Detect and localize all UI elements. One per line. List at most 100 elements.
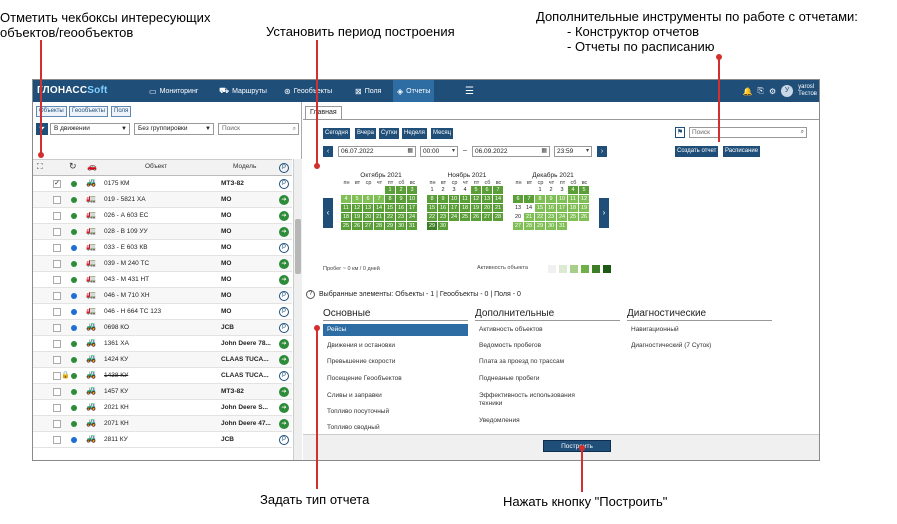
report-diagnostic-7days[interactable]: Диагностический (7 Суток) [631,342,711,350]
calendar-day[interactable]: 12 [471,195,481,203]
period-month-button[interactable]: Месяц [431,128,454,139]
calendar-day[interactable]: 22 [427,213,437,221]
row-checkbox[interactable]: ✓ [53,180,61,188]
calendar-day[interactable]: 8 [535,195,545,203]
row-checkbox[interactable] [53,324,61,332]
calendar-day[interactable]: 9 [546,195,556,203]
calendar-day[interactable]: 19 [579,204,589,212]
calendar-day[interactable]: 19 [352,213,362,221]
export-icon[interactable]: ⎘ [758,86,764,96]
calendar-day[interactable]: 17 [407,204,417,212]
parking-icon[interactable]: P [279,371,289,381]
calendar-day[interactable]: 7 [524,195,534,203]
table-row[interactable]: 🔒 🚜 1438 КУ CLAAS TUCA... P [33,368,292,384]
calendar-day[interactable]: 10 [407,195,417,203]
report-mileage-extra[interactable]: Поднеаные пробеги [479,375,539,383]
table-row[interactable]: 🚜 2021 КН John Deere S... ➔ [33,400,292,416]
nav-monitoring[interactable]: ▭ Мониторинг [145,80,202,102]
calendar-day[interactable]: 28 [493,213,503,221]
row-checkbox[interactable] [53,436,61,444]
row-checkbox[interactable] [53,308,61,316]
calendar-day[interactable]: 21 [493,204,503,212]
calendar-day[interactable]: 8 [385,195,395,203]
row-checkbox[interactable] [53,244,61,252]
calendar-day[interactable]: 1 [385,186,395,194]
go-arrow-icon[interactable]: ➔ [279,355,289,365]
nav-geoobjects[interactable]: ⊛ Геообъекты [280,80,336,102]
calendar-day[interactable]: 29 [385,222,395,230]
period-day-button[interactable]: Сутки [379,128,400,139]
calendar-day[interactable]: 20 [513,213,523,221]
report-object-activity[interactable]: Активность объектов [479,326,543,334]
calendar-day[interactable]: 11 [460,195,470,203]
report-geo-visits[interactable]: Посещение Геообъектов [327,375,402,383]
app-logo[interactable]: ГЛОНАССSoft [37,85,108,96]
create-report-button[interactable]: Создать отчет [675,146,719,157]
calendar-day[interactable]: 1 [535,186,545,194]
table-row[interactable]: 🚛 033 - Е 603 КВ МО P [33,240,292,256]
calendar-day[interactable]: 15 [535,204,545,212]
calendar-day[interactable]: 3 [557,186,567,194]
table-row[interactable]: ✓ 🚜 0175 КМ МТЗ-82 P [33,176,292,192]
table-row[interactable]: 🚛 028 - В 109 УУ МО ➔ [33,224,292,240]
go-arrow-icon[interactable]: ➔ [279,195,289,205]
row-checkbox[interactable] [53,276,61,284]
period-prev-button[interactable]: ‹ [323,146,333,157]
tab-main[interactable]: Главная [305,106,342,119]
row-checkbox[interactable] [53,212,61,220]
row-checkbox[interactable] [53,260,61,268]
go-arrow-icon[interactable]: ➔ [279,259,289,269]
period-today-button[interactable]: Сегодня [323,128,350,139]
reports-search-input[interactable]: Поиск ⌕ [689,127,807,138]
time-to-select[interactable]: 23:59 ▾ [554,146,592,157]
report-movements-stops[interactable]: Движения и остановки [327,342,395,350]
calendar-day[interactable]: 30 [546,222,556,230]
parking-icon[interactable]: P [279,243,289,253]
go-arrow-icon[interactable]: ➔ [279,387,289,397]
calendar-day[interactable]: 22 [535,213,545,221]
objects-search-input[interactable]: Поиск ⌕ [218,123,299,135]
gear-icon[interactable]: ⚙ [769,87,776,96]
calendar-day[interactable]: 26 [352,222,362,230]
calendar-day[interactable]: 20 [482,204,492,212]
calendar-day[interactable]: 19 [471,204,481,212]
calendar-day[interactable]: 14 [493,195,503,203]
nav-routes[interactable]: ⛟ Маршруты [215,80,271,102]
calendar-day[interactable]: 23 [438,213,448,221]
row-checkbox[interactable] [53,356,61,364]
calendar-day[interactable]: 16 [438,204,448,212]
report-fuel-summary[interactable]: Топливо сводный [327,424,380,432]
calendar-day[interactable]: 13 [482,195,492,203]
calendar-day[interactable]: 1 [427,186,437,194]
table-row[interactable]: 🚜 2071 КН John Deere 47... ➔ [33,416,292,432]
go-arrow-icon[interactable]: ➔ [279,403,289,413]
calendar-day[interactable]: 12 [352,204,362,212]
date-to-input[interactable]: 06.09.2022 ▦ [472,146,550,157]
table-row[interactable]: 🚜 1457 КУ МТЗ-82 ➔ [33,384,292,400]
calendar-day[interactable]: 24 [407,213,417,221]
table-row[interactable]: 🚛 019 - 5821 ХА МО ➔ [33,192,292,208]
row-checkbox[interactable] [53,420,61,428]
bell-icon[interactable]: 🔔 [743,87,753,96]
tab-fields[interactable]: Поля [111,106,132,117]
calendar-day[interactable]: 27 [482,213,492,221]
report-toll-fees[interactable]: Плата за проезд по трассам [479,358,564,366]
calendar-day[interactable]: 20 [363,213,373,221]
tab-geoobjects[interactable]: Геообъекты [69,106,108,117]
period-next-button[interactable]: › [597,146,607,157]
calendar-day[interactable]: 7 [493,186,503,194]
calendar-day[interactable]: 29 [427,222,437,230]
calendar-next-button[interactable]: › [599,198,609,228]
calendar-day[interactable]: 31 [407,222,417,230]
scrollbar-thumb[interactable] [295,219,301,274]
calendar-day[interactable]: 5 [579,186,589,194]
calendar-day[interactable]: 25 [460,213,470,221]
table-row[interactable]: 🚜 0698 КО JCB P [33,320,292,336]
row-checkbox[interactable] [53,196,61,204]
bookmark-icon[interactable]: ⚑ [675,127,685,138]
go-arrow-icon[interactable]: ➔ [279,339,289,349]
calendar-day[interactable]: 30 [396,222,406,230]
table-row[interactable]: 🚛 046 - М 710 ХН МО P [33,288,292,304]
report-trips[interactable]: Рейсы [323,324,468,336]
calendar-day[interactable]: 11 [341,204,351,212]
